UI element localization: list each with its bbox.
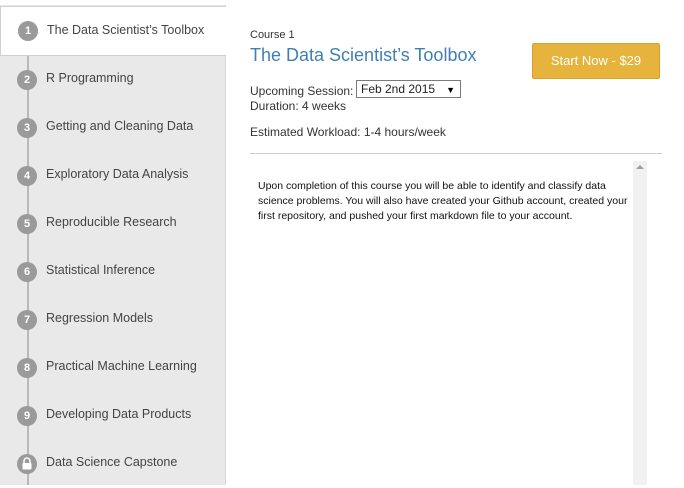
course-description: Upon completion of this course you will … bbox=[258, 180, 628, 222]
sidebar-item-label: Getting and Cleaning Data bbox=[46, 119, 194, 133]
sidebar-item-data-scientists-toolbox[interactable]: 1 The Data Scientist’s Toolbox bbox=[0, 6, 226, 56]
sidebar-item-label: Developing Data Products bbox=[46, 407, 192, 421]
divider bbox=[250, 153, 662, 154]
step-number-badge: 5 bbox=[17, 214, 37, 234]
description-scrollbar[interactable] bbox=[633, 161, 647, 485]
step-number-badge: 1 bbox=[18, 21, 38, 41]
step-number-badge: 3 bbox=[17, 118, 37, 138]
course-title: The Data Scientist’s Toolbox bbox=[250, 45, 477, 65]
start-now-button[interactable]: Start Now - $29 bbox=[532, 43, 660, 79]
sidebar-item-label: Exploratory Data Analysis bbox=[46, 167, 189, 181]
session-select-value: Feb 2nd 2015 bbox=[361, 82, 436, 96]
course-sidebar: 1 The Data Scientist’s Toolbox 2 R Progr… bbox=[0, 5, 226, 485]
sidebar-item-label: Statistical Inference bbox=[46, 263, 156, 277]
step-number-badge: 4 bbox=[17, 166, 37, 186]
sidebar-item-data-science-capstone[interactable]: Data Science Capstone bbox=[0, 440, 226, 488]
sidebar-item-statistical-inference[interactable]: 6 Statistical Inference bbox=[0, 248, 226, 296]
course-detail-panel: Course 1 The Data Scientist’s Toolbox St… bbox=[227, 5, 684, 485]
sidebar-item-r-programming[interactable]: 2 R Programming bbox=[0, 56, 226, 104]
scroll-up-arrow-icon[interactable] bbox=[636, 165, 644, 169]
sidebar-item-regression-models[interactable]: 7 Regression Models bbox=[0, 296, 226, 344]
dropdown-arrow-icon: ▼ bbox=[446, 85, 455, 95]
sidebar-item-label: Data Science Capstone bbox=[46, 455, 178, 469]
workload-text: Estimated Workload: 1-4 hours/week bbox=[250, 125, 446, 139]
duration-text: Duration: 4 weeks bbox=[250, 99, 347, 113]
sidebar-item-label: Practical Machine Learning bbox=[46, 359, 197, 373]
sidebar-item-exploratory-data-analysis[interactable]: 4 Exploratory Data Analysis bbox=[0, 152, 226, 200]
description-panel: Upon completion of this course you will … bbox=[250, 163, 632, 485]
sidebar-item-label: R Programming bbox=[46, 71, 134, 85]
sidebar-item-label: Reproducible Research bbox=[46, 215, 177, 229]
sidebar-item-label: Regression Models bbox=[46, 311, 153, 325]
step-number-badge: 6 bbox=[17, 262, 37, 282]
sidebar-item-label: The Data Scientist’s Toolbox bbox=[47, 23, 205, 37]
step-number-badge: 2 bbox=[17, 70, 37, 90]
sidebar-item-developing-data-products[interactable]: 9 Developing Data Products bbox=[0, 392, 226, 440]
sidebar-item-reproducible-research[interactable]: 5 Reproducible Research bbox=[0, 200, 226, 248]
course-number-label: Course 1 bbox=[250, 29, 295, 41]
session-label: Upcoming Session: bbox=[250, 84, 354, 98]
lock-icon bbox=[17, 454, 37, 474]
sidebar-item-getting-cleaning-data[interactable]: 3 Getting and Cleaning Data bbox=[0, 104, 226, 152]
sidebar-item-practical-machine-learning[interactable]: 8 Practical Machine Learning bbox=[0, 344, 226, 392]
step-number-badge: 7 bbox=[17, 310, 37, 330]
step-number-badge: 9 bbox=[17, 406, 37, 426]
session-select[interactable]: Feb 2nd 2015 ▼ bbox=[356, 80, 461, 98]
step-number-badge: 8 bbox=[17, 358, 37, 378]
